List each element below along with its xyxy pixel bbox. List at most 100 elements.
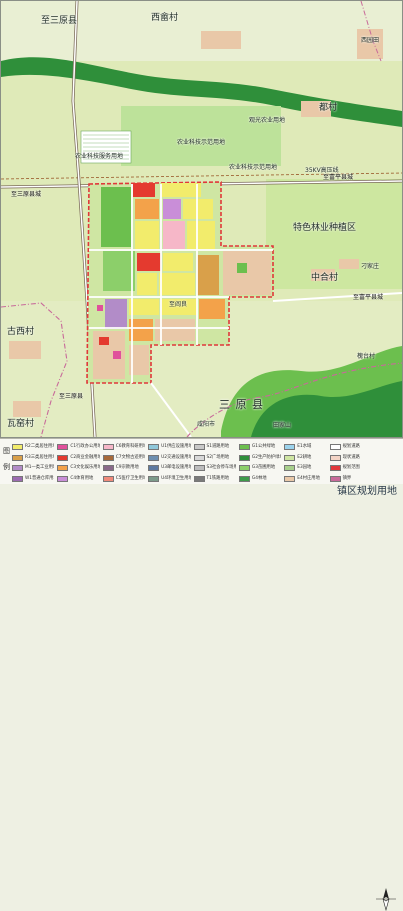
legend-label: C2商业金融用地 (70, 454, 100, 460)
label-feature-forest: 特色林业种植区 (293, 223, 357, 233)
legend-swatch (193, 476, 205, 483)
legend: 图例 R2二类居住用地 C1行政办公用地 C6教育科研用地 U1供应设施用地 S1道路用… (0, 438, 403, 911)
map-canvas (1, 1, 402, 437)
legend-label: G1公共绿地 (251, 443, 276, 449)
label-huaitai: 槐台村 (357, 353, 376, 360)
legend-item: 规划道路 (329, 442, 372, 452)
commercial-block (99, 337, 109, 345)
legend-swatch (148, 465, 160, 472)
legend-item: 现状道路 (329, 453, 372, 463)
legend-item: C7文物古迹用地 (102, 453, 146, 463)
legend-swatch (12, 454, 23, 461)
legend-label: 镇界 (342, 476, 352, 482)
legend-item: 镇界 (329, 474, 372, 484)
legend-swatch (12, 476, 23, 483)
legend-label: 规划道路 (342, 443, 360, 449)
legend-item: C3文化娱乐用地 (57, 464, 100, 474)
planning-map: 至三原县 西畲村 都村 西园田 农业科技示范用地 农业科技服务用地 观光农业用地… (0, 0, 403, 438)
label-agri-service: 农业科技服务用地 (75, 153, 124, 160)
legend-swatch (12, 465, 23, 472)
commercial-block (133, 183, 155, 197)
legend-item: U3邮电设施用地 (148, 464, 191, 474)
legend-item: E1水域 (284, 442, 326, 452)
legend-label: E1水域 (297, 443, 312, 449)
legend-swatch (148, 443, 160, 450)
legend-label: U3邮电设施用地 (161, 465, 191, 471)
agri-demo-zone (121, 106, 281, 166)
commercial-block (137, 253, 161, 271)
industrial-block (105, 299, 127, 329)
legend-item: S1道路用地 (193, 442, 236, 452)
legend-item: U4环境卫生用地 (148, 474, 191, 484)
label-zhifuping-right: 至富平县城 (323, 174, 354, 181)
admin-block (113, 351, 121, 359)
legend-item: U2交通设施用地 (148, 453, 191, 463)
legend-item: S2广场用地 (193, 453, 236, 463)
legend-swatch (148, 476, 160, 483)
legend-label: U4环境卫生用地 (161, 476, 191, 482)
legend-label: R3三类居住用地 (25, 454, 55, 460)
legend-swatch (193, 465, 205, 472)
nursery-block (103, 251, 135, 291)
legend-swatch (284, 476, 296, 483)
legend-swatch (102, 465, 114, 472)
legend-swatch (284, 465, 296, 472)
label-power-line: 35KV高压线 (305, 167, 339, 174)
legend-swatch (329, 476, 341, 483)
legend-swatch (329, 443, 341, 450)
legend-label: R2二类居住用地 (25, 443, 55, 449)
label-sanyuanxian: 三 原 县 (219, 398, 264, 411)
legend-item: M1一类工业用地 (12, 464, 54, 474)
legend-label: C7文物古迹用地 (115, 454, 146, 460)
legend-item: C6教育科研用地 (102, 442, 146, 452)
label-agri-demo2: 农业科技示范用地 (229, 164, 278, 171)
label-zhonghecun: 中合村 (311, 273, 339, 283)
legend-label: C3文化娱乐用地 (70, 465, 100, 471)
culture-block (199, 299, 225, 319)
culture-block (135, 199, 159, 219)
label-agri-demo: 农业科技示范用地 (177, 139, 226, 146)
label-zhisanyuan-bottom: 至三原县 (59, 393, 84, 400)
legend-label: C5医疗卫生用地 (115, 476, 146, 482)
residential-block (163, 253, 193, 271)
green-block (237, 263, 247, 273)
label-guxicun: 古西村 (7, 327, 35, 337)
map-title: 镇区规划用地 (337, 486, 397, 497)
legend-item: S3社会停车场用地 (193, 464, 236, 474)
legend-item: U1供应设施用地 (148, 442, 191, 452)
legend-item: G1公共绿地 (238, 442, 281, 452)
legend-swatch (57, 476, 69, 483)
label-zhifuping-right2: 至富平县城 (353, 294, 384, 301)
residential-block (161, 183, 201, 197)
legend-label: C9宗教用地 (115, 465, 139, 471)
residential-block (159, 273, 195, 295)
legend-label: U2交通设施用地 (161, 454, 191, 460)
legend-item: C5医疗卫生用地 (102, 474, 146, 484)
education-block (163, 221, 185, 249)
residential-3-block (197, 255, 219, 295)
legend-item: E4村庄用地 (284, 474, 326, 484)
legend-label: E3园地 (297, 465, 312, 471)
legend-label: T1铁路用地 (206, 476, 230, 482)
footer: 镇区规划用地 (0, 484, 403, 500)
legend-swatch (57, 454, 69, 461)
label-ducun: 都村 (319, 103, 338, 113)
legend-swatch (329, 465, 341, 472)
legend-item: C9宗教用地 (102, 464, 145, 474)
label-xiyuantian: 西园田 (361, 37, 380, 44)
legend-swatch (238, 476, 250, 483)
legend-label: S2广场用地 (206, 454, 230, 460)
legend-label: M1一类工业用地 (25, 465, 55, 471)
label-zhisanyuan-top: 至三原县 (41, 16, 78, 26)
label-xisacun: 西畲村 (151, 13, 179, 23)
north-arrow-icon (376, 888, 396, 911)
legend-swatch (284, 454, 296, 461)
legend-swatch (238, 465, 250, 472)
residential-block (183, 199, 213, 219)
legend-swatch (238, 443, 250, 450)
legend-swatch (102, 476, 114, 483)
legend-label: C6教育科研用地 (115, 443, 146, 449)
legend-item: G3苗圃用地 (238, 464, 281, 474)
sports-block (163, 199, 181, 219)
legend-title: 图例 (3, 447, 10, 471)
